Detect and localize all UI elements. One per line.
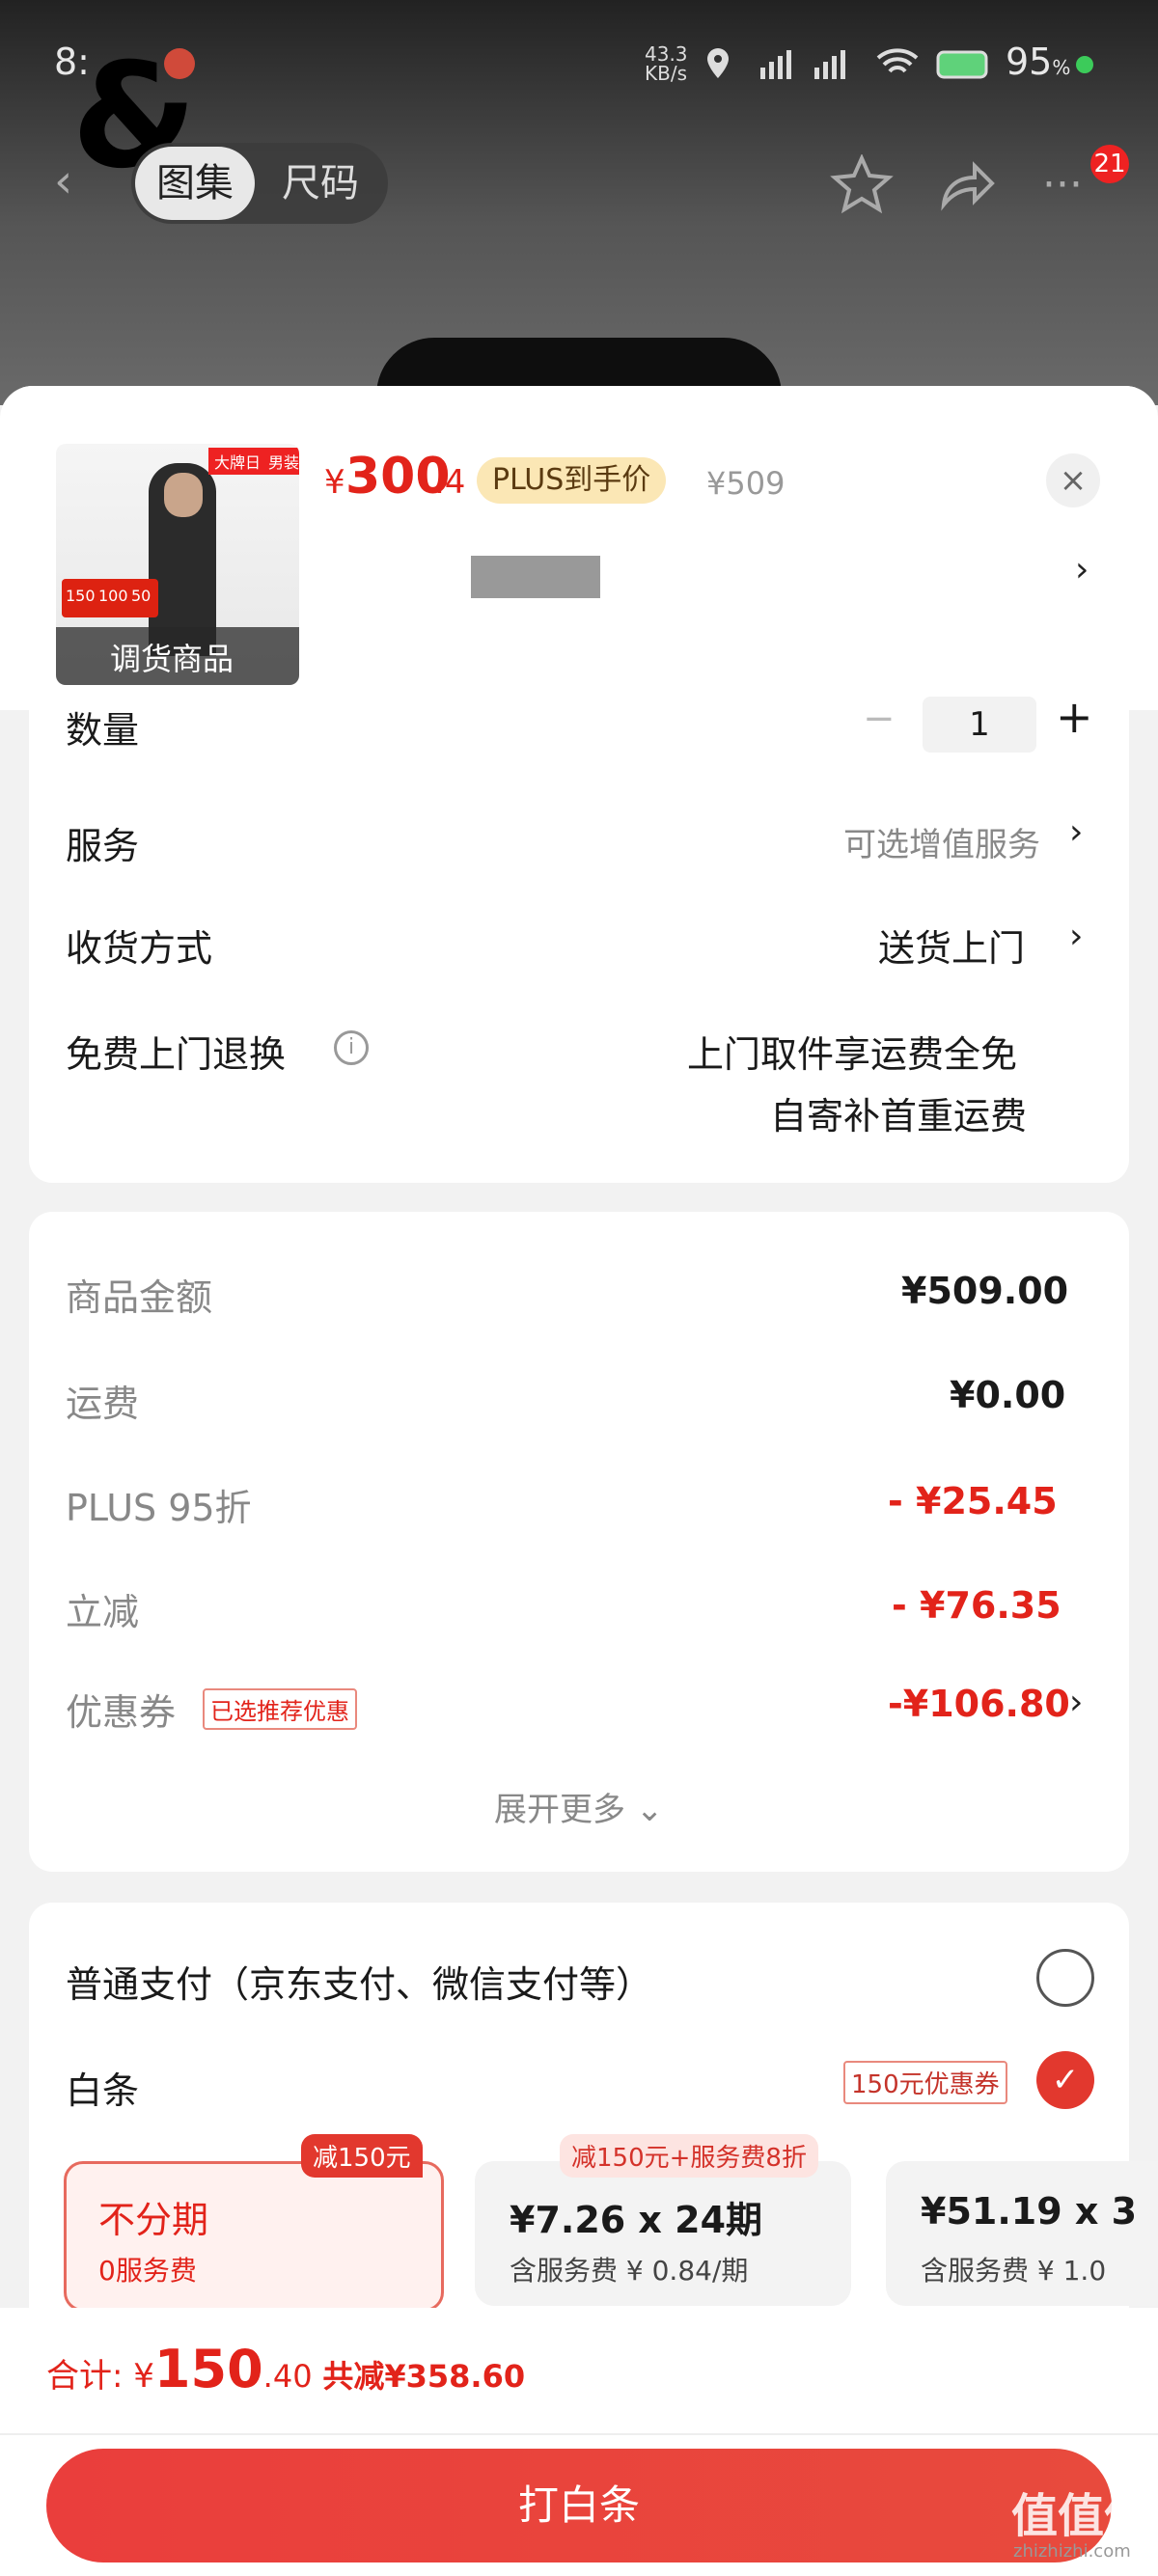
coupon-label: 优惠券 xyxy=(66,1691,177,1734)
tab-size[interactable]: 尺码 xyxy=(282,143,359,224)
thumb-tag: 大牌日 xyxy=(208,448,267,475)
thumb-coupon: 50 xyxy=(131,587,152,605)
plan-title: 不分期 xyxy=(98,2199,209,2241)
delivery-label: 收货方式 xyxy=(66,927,213,970)
total-label: 合计: xyxy=(46,2357,124,2396)
thumb-coupon-strip: 150 100 50 xyxy=(62,579,158,617)
price-decimal: .4 xyxy=(434,463,466,502)
divider xyxy=(0,2433,1158,2435)
delivery-chevron-icon[interactable]: › xyxy=(1069,917,1083,956)
total-saved: 共减¥358.60 xyxy=(322,2358,526,2395)
expand-more[interactable]: 展开更多 ⌄ xyxy=(494,1783,663,1830)
baitiao-selected-check-icon[interactable]: ✓ xyxy=(1036,2051,1094,2109)
info-icon[interactable]: i xyxy=(334,1030,369,1065)
plus-discount-value: - ¥25.45 xyxy=(888,1480,1058,1522)
thumb-coupon: 150 xyxy=(66,587,96,605)
normal-payment-radio[interactable] xyxy=(1036,1949,1094,2007)
plan-3-installments[interactable]: ¥51.19 x 3 含服务费 ¥ 1.0 xyxy=(886,2161,1158,2306)
thumb-tag: 男装节 xyxy=(262,448,299,475)
message-badge: 21 xyxy=(1090,145,1129,183)
delivery-value[interactable]: 送货上门 xyxy=(878,918,1025,972)
returns-line2: 自寄补首重运费 xyxy=(770,1095,1028,1137)
quantity-minus[interactable]: − xyxy=(863,697,896,741)
more-icon[interactable]: ··· xyxy=(1042,160,1083,209)
watermark-brand: 值值值 xyxy=(1011,2489,1151,2543)
plan-title: ¥7.26 x 24期 xyxy=(510,2199,763,2241)
coupon-value[interactable]: -¥106.80 xyxy=(888,1683,1070,1725)
plus-discount-label: PLUS 95折 xyxy=(66,1487,252,1529)
status-dot xyxy=(1076,56,1093,73)
coupon-recommended-tag: 已选推荐优惠 xyxy=(203,1688,357,1730)
instant-discount-value: - ¥76.35 xyxy=(892,1584,1062,1627)
plan-sub: 含服务费 ¥ 1.0 xyxy=(921,2255,1107,2287)
close-icon[interactable]: × xyxy=(1046,453,1100,507)
baitiao-coupon-tag: 150元优惠券 xyxy=(843,2061,1007,2104)
product-thumbnail[interactable]: 大牌日 男装节 150 100 50 调货商品 xyxy=(56,444,299,685)
service-value[interactable]: 可选增值服务 xyxy=(843,818,1040,865)
goods-amount-value: ¥509.00 xyxy=(901,1270,1069,1312)
battery-level: 95% xyxy=(1006,41,1071,83)
thumb-coupon: 100 xyxy=(98,587,128,605)
service-chevron-icon[interactable]: › xyxy=(1069,812,1083,852)
original-price: ¥509 xyxy=(706,465,786,502)
shipping-label: 运费 xyxy=(66,1383,140,1425)
chevron-down-icon: ⌄ xyxy=(635,1791,664,1829)
watermark-url: zhizhizhi.com xyxy=(1013,2541,1131,2562)
total-decimal: .40 xyxy=(262,2358,313,2395)
thumb-overlay-label: 调货商品 xyxy=(110,641,234,677)
wifi-icon xyxy=(876,48,919,73)
total-symbol: ¥ xyxy=(133,2357,154,2396)
service-label: 服务 xyxy=(66,825,140,867)
plan-badge: 减150元 xyxy=(301,2134,423,2178)
price-symbol: ¥ xyxy=(324,463,345,502)
tab-gallery[interactable]: 图集 xyxy=(156,143,234,224)
plan-sub: 含服务费 ¥ 0.84/期 xyxy=(510,2255,749,2287)
total-summary: 合计: ¥150.40 共减¥358.60 xyxy=(46,2339,525,2406)
coupon-chevron-icon[interactable]: › xyxy=(1069,1683,1083,1722)
instant-discount-label: 立减 xyxy=(66,1591,140,1633)
favorite-star-icon[interactable] xyxy=(830,154,894,216)
goods-amount-label: 商品金额 xyxy=(66,1276,213,1319)
spec-chevron-icon[interactable]: › xyxy=(1075,550,1089,589)
normal-payment-label: 普通支付（京东支付、微信支付等） xyxy=(66,1963,653,2006)
total-main: 150 xyxy=(153,2339,263,2399)
returns-line1: 上门取件享运费全免 xyxy=(687,1033,1018,1076)
location-icon xyxy=(707,48,729,78)
status-icons xyxy=(707,48,988,79)
pay-with-baitiao-button[interactable]: 打白条 xyxy=(46,2449,1112,2562)
shipping-value: ¥0.00 xyxy=(950,1374,1066,1416)
back-icon[interactable]: ‹ xyxy=(54,154,72,208)
battery-icon xyxy=(936,50,988,79)
plus-price-tag: PLUS到手价 xyxy=(477,457,667,504)
plan-sub: 0服务费 xyxy=(98,2255,197,2287)
quantity-label: 数量 xyxy=(66,709,140,752)
quantity-plus[interactable]: + xyxy=(1056,691,1093,743)
plan-title: ¥51.19 x 3 xyxy=(921,2190,1138,2233)
redacted-spec xyxy=(471,556,600,598)
baitiao-label: 白条 xyxy=(66,2069,140,2112)
signal-icon xyxy=(814,50,845,79)
model-face xyxy=(164,473,203,517)
quantity-value[interactable]: 1 xyxy=(923,697,1036,753)
status-net-speed: 43.3 KB/s xyxy=(645,42,688,85)
signal-icon xyxy=(760,50,791,79)
share-icon[interactable] xyxy=(936,156,998,214)
plan-badge: 减150元+服务费8折 xyxy=(560,2134,818,2178)
returns-label: 免费上门退换 xyxy=(66,1033,287,1076)
